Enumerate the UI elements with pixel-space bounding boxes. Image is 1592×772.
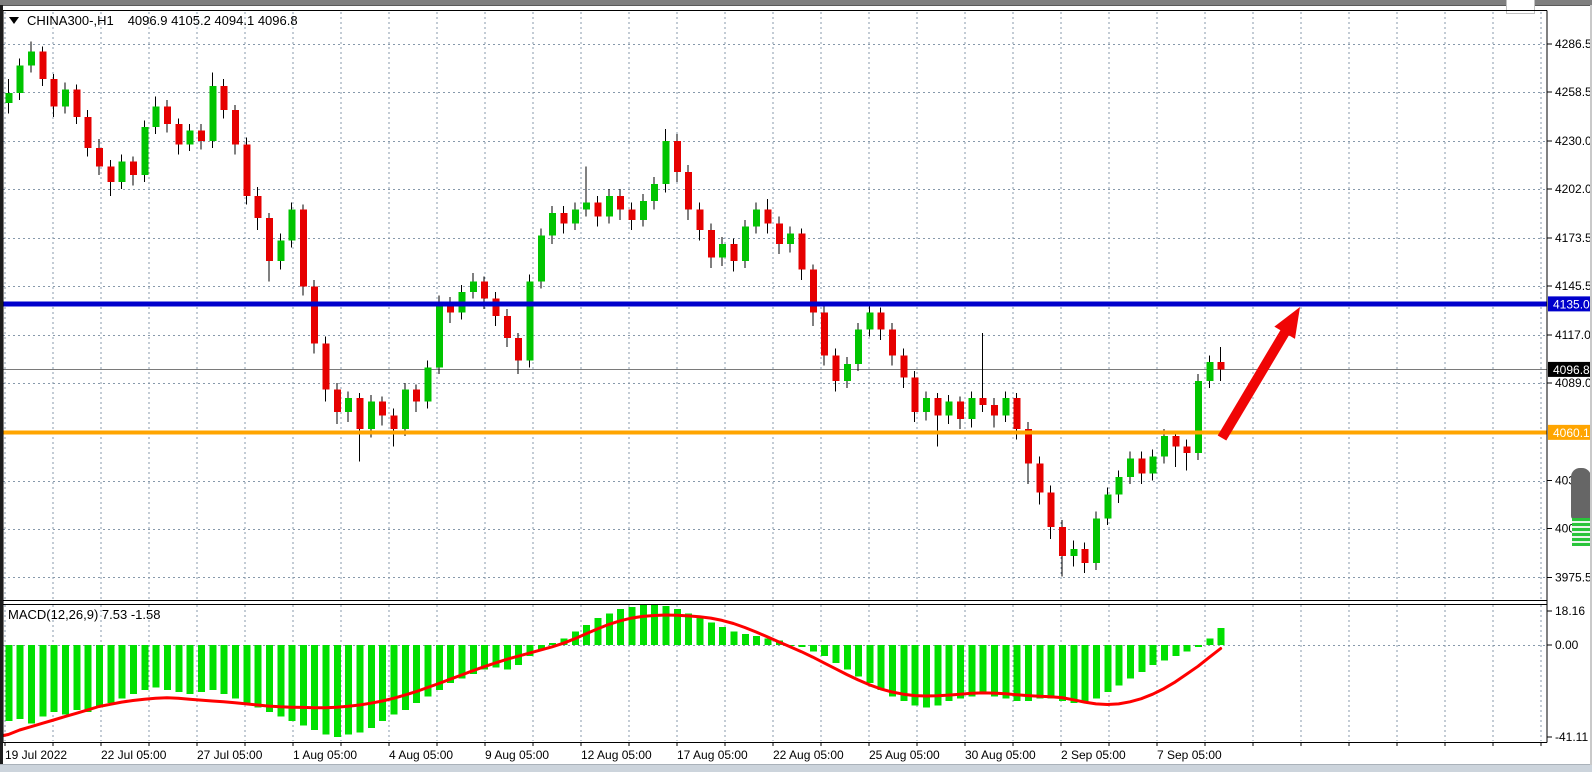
window-frame-bottom <box>0 764 1592 772</box>
svg-text:4286.5: 4286.5 <box>1555 37 1592 51</box>
svg-text:4060.1: 4060.1 <box>1553 426 1590 440</box>
svg-text:25 Aug 05:00: 25 Aug 05:00 <box>869 748 940 762</box>
chart-header: CHINA300-,H1 4096.9 4105.2 4094.1 4096.8 <box>9 11 298 29</box>
symbol-dropdown-icon[interactable] <box>9 17 19 24</box>
macd-indicator-label: MACD(12,26,9) 7.53 -1.58 <box>8 607 160 622</box>
svg-text:9 Aug 05:00: 9 Aug 05:00 <box>485 748 549 762</box>
svg-text:-41.11: -41.11 <box>1555 730 1588 744</box>
svg-text:4089.0: 4089.0 <box>1555 376 1592 390</box>
svg-text:18.16: 18.16 <box>1555 604 1585 618</box>
svg-text:30 Aug 05:00: 30 Aug 05:00 <box>965 748 1036 762</box>
svg-text:3975.5: 3975.5 <box>1555 570 1592 584</box>
symbol-timeframe-label: CHINA300-,H1 <box>27 13 114 28</box>
svg-text:4135.0: 4135.0 <box>1553 297 1590 311</box>
svg-text:4145.5: 4145.5 <box>1555 279 1592 293</box>
scrollbar-artifact[interactable] <box>1571 468 1591 546</box>
ohlc-readout: 4096.9 4105.2 4094.1 4096.8 <box>128 13 298 28</box>
resistance-price-tag: 4135.0 <box>1548 296 1592 311</box>
candles-layer <box>0 41 1225 576</box>
svg-text:19 Jul 2022: 19 Jul 2022 <box>5 748 67 762</box>
svg-text:7 Sep 05:00: 7 Sep 05:00 <box>1157 748 1222 762</box>
trend-arrow-annotation[interactable] <box>1222 307 1300 438</box>
window-frame-left <box>0 5 3 765</box>
svg-text:0.00: 0.00 <box>1555 638 1579 652</box>
svg-text:27 Jul 05:00: 27 Jul 05:00 <box>197 748 263 762</box>
svg-text:4 Aug 05:00: 4 Aug 05:00 <box>389 748 453 762</box>
svg-text:4173.5: 4173.5 <box>1555 231 1592 245</box>
time-axis: 19 Jul 2022 22 Jul 05:00 27 Jul 05:00 1 Aug… <box>5 742 1541 762</box>
svg-text:4258.5: 4258.5 <box>1555 85 1592 99</box>
svg-text:4230.0: 4230.0 <box>1555 134 1592 148</box>
svg-text:17 Aug 05:00: 17 Aug 05:00 <box>677 748 748 762</box>
support-price-tag: 4060.1 <box>1548 425 1592 440</box>
macd-axis: 18.16 0.00 -41.11 <box>1547 604 1588 744</box>
svg-text:4096.8: 4096.8 <box>1553 363 1590 377</box>
svg-text:22 Aug 05:00: 22 Aug 05:00 <box>773 748 844 762</box>
scrollbar-stripes <box>1572 518 1590 546</box>
svg-text:22 Jul 05:00: 22 Jul 05:00 <box>101 748 167 762</box>
svg-text:4117.0: 4117.0 <box>1555 328 1591 342</box>
svg-text:12 Aug 05:00: 12 Aug 05:00 <box>581 748 652 762</box>
mt4-chart-window: 4286.5 4258.5 4230.0 4202.0 4173.5 4145.5 4117… <box>0 0 1592 772</box>
candlestick-chart-canvas[interactable]: 4286.5 4258.5 4230.0 4202.0 4173.5 4145.5 4117… <box>0 0 1592 772</box>
current-price-tag: 4096.8 <box>1548 362 1592 377</box>
scrollbar-thumb[interactable] <box>1571 468 1591 520</box>
svg-text:1 Aug 05:00: 1 Aug 05:00 <box>293 748 357 762</box>
svg-text:2 Sep 05:00: 2 Sep 05:00 <box>1061 748 1126 762</box>
svg-text:4202.0: 4202.0 <box>1555 182 1592 196</box>
